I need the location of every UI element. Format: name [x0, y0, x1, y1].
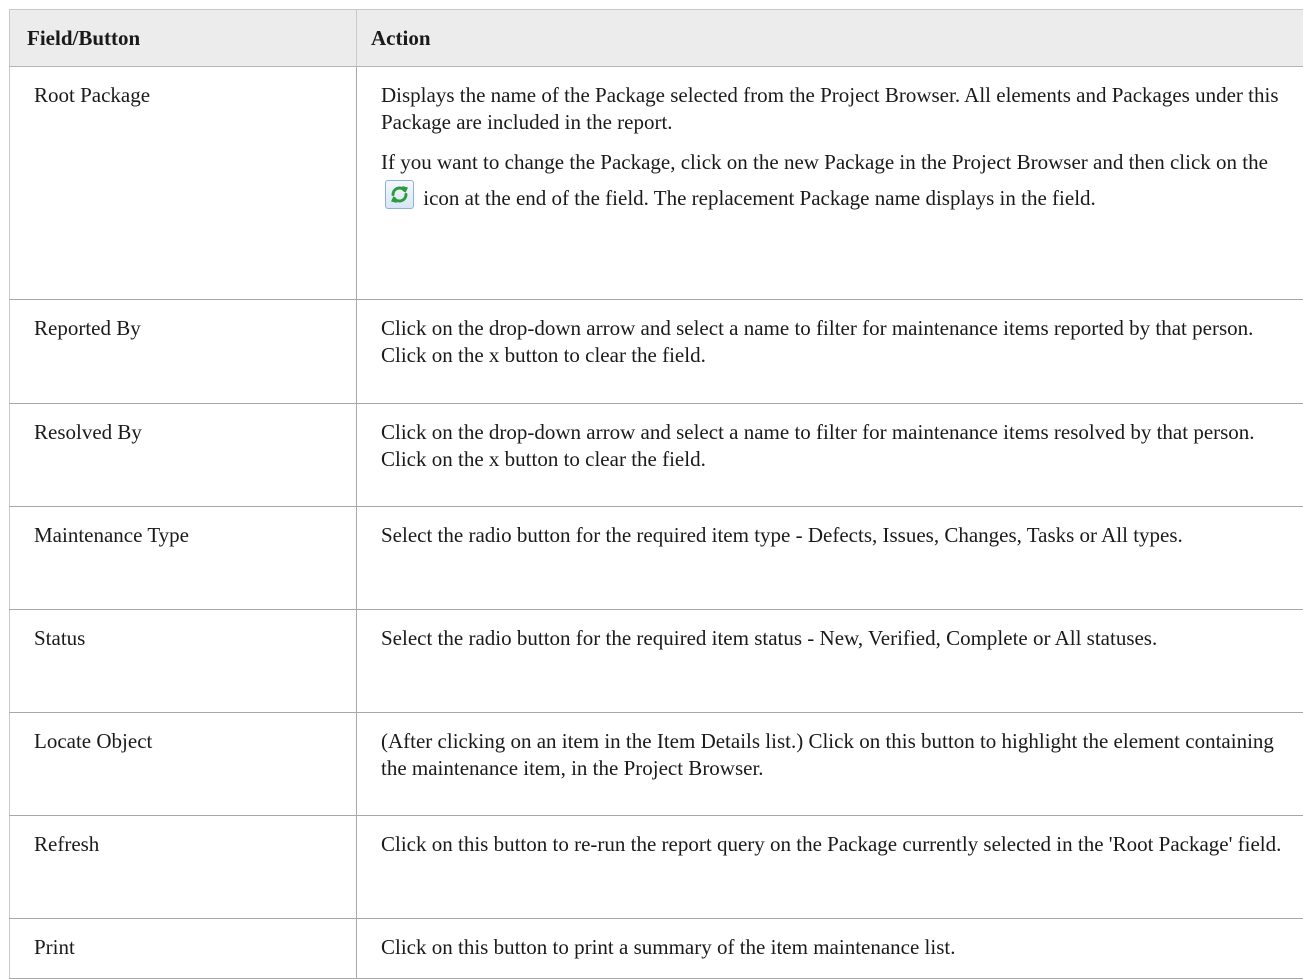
table-row: Reported By Click on the drop-down arrow… [10, 300, 1303, 404]
table-header-row: Field/Button Action [10, 10, 1303, 67]
table-row: Maintenance Type Select the radio button… [10, 507, 1303, 610]
field-action-table: Field/Button Action Root Package Display… [9, 9, 1303, 979]
field-name: Print [10, 919, 357, 979]
field-name: Refresh [10, 816, 357, 919]
field-name: Root Package [10, 67, 357, 300]
field-name: Resolved By [10, 404, 357, 507]
action-paragraph: If you want to change the Package, click… [381, 144, 1290, 216]
table-row: Resolved By Click on the drop-down arrow… [10, 404, 1303, 507]
field-name: Reported By [10, 300, 357, 404]
action-text: If you want to change the Package, click… [381, 150, 1268, 174]
action-description: Select the radio button for the required… [357, 610, 1303, 713]
action-text: icon at the end of the field. The replac… [418, 186, 1096, 210]
action-description: Click on this button to print a summary … [357, 919, 1303, 979]
action-description: (After clicking on an item in the Item D… [357, 713, 1303, 816]
action-paragraph: Displays the name of the Package selecte… [381, 82, 1290, 136]
table-row: Refresh Click on this button to re-run t… [10, 816, 1303, 919]
action-description: Click on the drop-down arrow and select … [357, 404, 1303, 507]
table-row: Root Package Displays the name of the Pa… [10, 67, 1303, 300]
refresh-icon [385, 180, 414, 209]
table-row: Locate Object (After clicking on an item… [10, 713, 1303, 816]
action-description: Displays the name of the Package selecte… [357, 67, 1303, 300]
header-action: Action [357, 10, 1303, 67]
field-name: Locate Object [10, 713, 357, 816]
action-description: Click on the drop-down arrow and select … [357, 300, 1303, 404]
table-row: Print Click on this button to print a su… [10, 919, 1303, 979]
action-description: Select the radio button for the required… [357, 507, 1303, 610]
field-name: Status [10, 610, 357, 713]
action-description: Click on this button to re-run the repor… [357, 816, 1303, 919]
field-name: Maintenance Type [10, 507, 357, 610]
header-field-button: Field/Button [10, 10, 357, 67]
table-row: Status Select the radio button for the r… [10, 610, 1303, 713]
